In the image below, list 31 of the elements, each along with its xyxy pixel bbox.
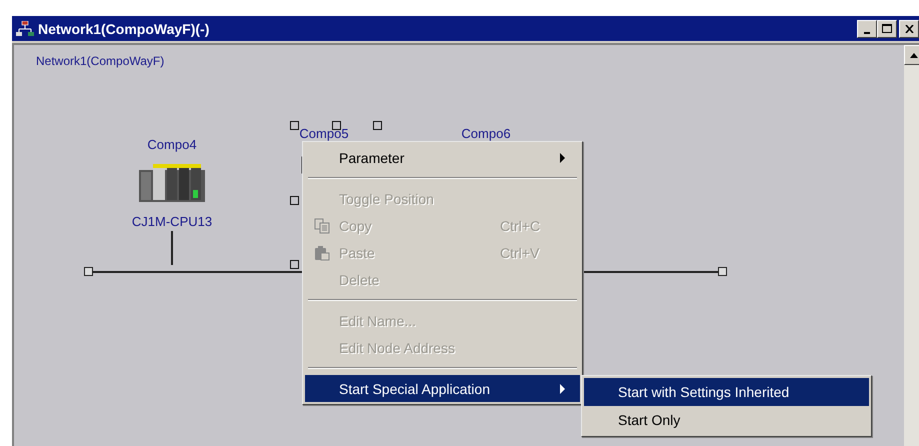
menu-item[interactable]: Start with Settings Inherited [584,378,869,406]
window-title: Network1(CompoWayF)(-) [38,20,210,36]
selection-handle[interactable] [290,196,299,205]
network-icon [16,20,34,36]
up-arrow-icon [910,52,918,58]
selection-handle[interactable] [290,260,299,269]
close-icon [904,24,914,32]
submenu-arrow-icon [560,384,565,394]
selection-handle[interactable] [373,121,382,130]
minimize-icon [864,32,870,34]
maximize-icon [882,24,892,33]
selection-handle[interactable] [290,121,299,130]
close-button[interactable] [899,20,919,38]
submenu-arrow-icon [560,152,565,162]
network-label: Network1(CompoWayF) [36,54,164,68]
menu-item[interactable]: Start Only [584,406,869,434]
node-name: Compo5 [299,126,349,141]
scroll-up-button[interactable] [904,45,919,65]
menu-item[interactable]: Parameter [305,144,580,171]
maximize-button[interactable] [877,20,897,38]
drop-line [171,231,173,265]
paste-icon [314,244,330,260]
menu-item[interactable]: Start Special Application [305,375,580,402]
minimize-button[interactable] [857,20,877,38]
plc-rack-icon [139,162,205,204]
vertical-scrollbar[interactable] [904,45,919,446]
node-name: Compo4 [147,137,197,152]
node-model: CJ1M-CPU13 [132,214,212,229]
node-name: Compo6 [461,126,511,141]
selection-handle[interactable] [332,121,341,130]
copy-icon [314,218,330,234]
